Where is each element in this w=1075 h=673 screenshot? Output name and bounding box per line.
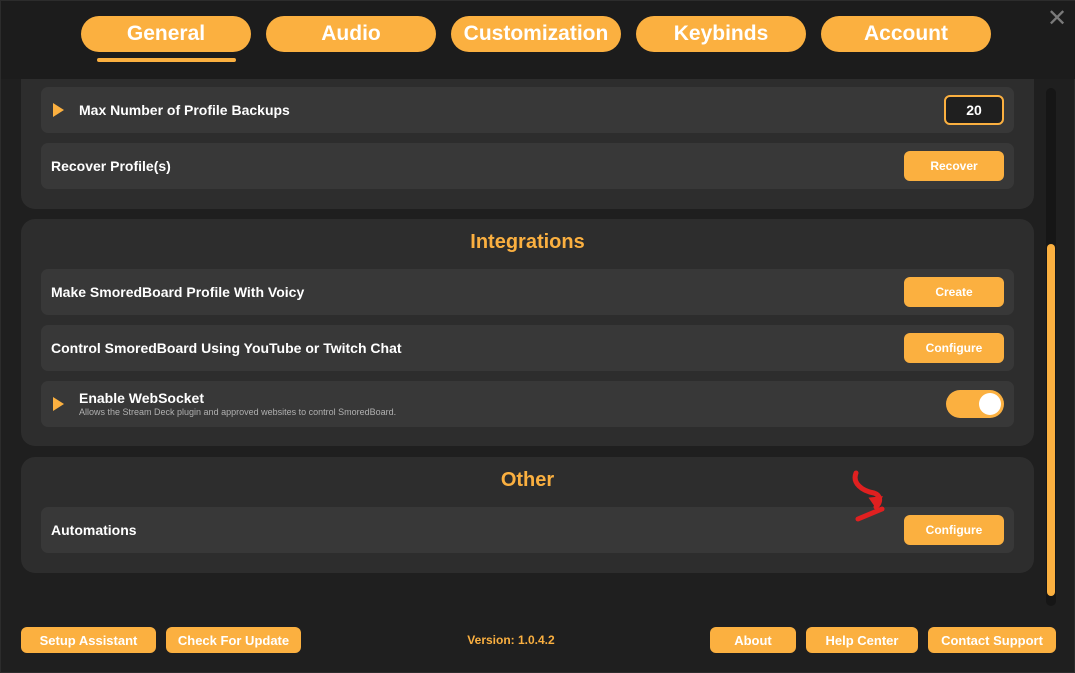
row-websocket: Enable WebSocket Allows the Stream Deck … bbox=[41, 381, 1014, 427]
create-button[interactable]: Create bbox=[904, 277, 1004, 307]
tab-keybinds[interactable]: Keybinds bbox=[636, 16, 806, 52]
scrollbar-thumb[interactable] bbox=[1047, 244, 1055, 596]
automations-label: Automations bbox=[51, 522, 137, 538]
expand-arrow-icon[interactable] bbox=[53, 103, 64, 117]
version-label: Version: 1.0.4.2 bbox=[467, 633, 555, 647]
check-for-update-button[interactable]: Check For Update bbox=[166, 627, 301, 653]
max-backups-input[interactable]: 20 bbox=[944, 95, 1004, 125]
scrollbar-track[interactable] bbox=[1046, 88, 1056, 606]
row-voicy: Make SmoredBoard Profile With Voicy Crea… bbox=[41, 269, 1014, 315]
close-icon[interactable]: ✕ bbox=[1046, 5, 1068, 32]
websocket-description: Allows the Stream Deck plugin and approv… bbox=[79, 407, 397, 417]
annotation-arrow-icon bbox=[852, 470, 885, 522]
profile-section: Max Number of Profile Backups 20 Recover… bbox=[21, 79, 1034, 209]
tab-general[interactable]: General bbox=[81, 16, 251, 52]
chat-control-label: Control SmoredBoard Using YouTube or Twi… bbox=[51, 340, 402, 356]
voicy-label: Make SmoredBoard Profile With Voicy bbox=[51, 284, 305, 300]
integrations-title: Integrations bbox=[470, 231, 585, 253]
about-button[interactable]: About bbox=[710, 627, 796, 653]
contact-support-button[interactable]: Contact Support bbox=[928, 627, 1056, 653]
row-chat-control: Control SmoredBoard Using YouTube or Twi… bbox=[41, 325, 1014, 371]
settings-window: General Audio Customization Keybinds Acc… bbox=[0, 0, 1075, 673]
chat-configure-button[interactable]: Configure bbox=[904, 333, 1004, 363]
tab-bar: General Audio Customization Keybinds Acc… bbox=[1, 1, 1075, 79]
active-tab-indicator bbox=[97, 58, 236, 62]
setup-assistant-button[interactable]: Setup Assistant bbox=[21, 627, 156, 653]
row-max-profile-backups: Max Number of Profile Backups 20 bbox=[41, 87, 1014, 133]
expand-arrow-icon[interactable] bbox=[53, 397, 64, 411]
recover-button[interactable]: Recover bbox=[904, 151, 1004, 181]
automations-configure-button[interactable]: Configure bbox=[904, 515, 1004, 545]
tab-account[interactable]: Account bbox=[821, 16, 991, 52]
help-center-button[interactable]: Help Center bbox=[806, 627, 918, 653]
integrations-section: Integrations Make SmoredBoard Profile Wi… bbox=[21, 219, 1034, 446]
tab-audio[interactable]: Audio bbox=[266, 16, 436, 52]
websocket-label: Enable WebSocket bbox=[79, 390, 205, 406]
toggle-knob bbox=[979, 393, 1001, 415]
row-recover-profiles: Recover Profile(s) Recover bbox=[41, 143, 1014, 189]
websocket-toggle[interactable] bbox=[946, 390, 1004, 418]
max-backups-label: Max Number of Profile Backups bbox=[79, 102, 290, 118]
recover-profiles-label: Recover Profile(s) bbox=[51, 158, 171, 174]
tab-customization[interactable]: Customization bbox=[451, 16, 621, 52]
